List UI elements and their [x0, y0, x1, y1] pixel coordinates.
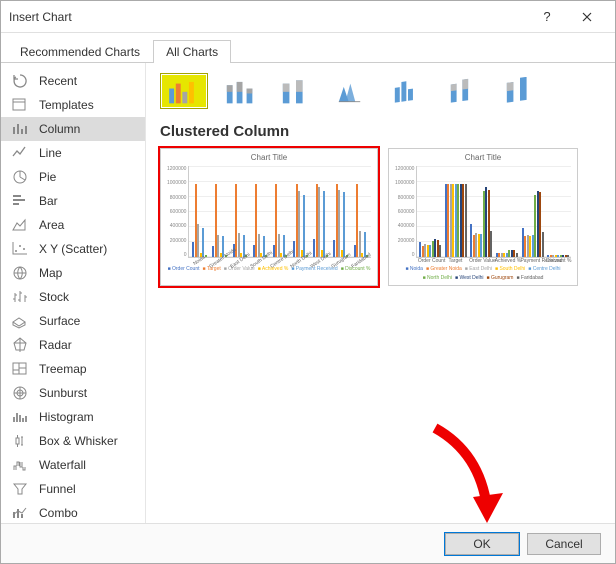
close-button[interactable]: [567, 1, 607, 32]
sidebar-item-label: X Y (Scatter): [39, 242, 107, 256]
sidebar-item-label: Surface: [39, 314, 80, 328]
histogram-icon: [11, 408, 29, 426]
sidebar-item-box-whisker[interactable]: Box & Whisker: [1, 429, 145, 453]
sidebar-item-waterfall[interactable]: Waterfall: [1, 453, 145, 477]
sidebar-item-label: Box & Whisker: [39, 434, 118, 448]
subtype-thumb-4[interactable]: [384, 73, 432, 109]
line-icon: [11, 144, 29, 162]
sidebar-item-label: Sunburst: [39, 386, 87, 400]
subtype-heading: Clustered Column: [160, 123, 601, 140]
subtype-thumb-5[interactable]: [440, 73, 488, 109]
subtype-thumb-2[interactable]: [272, 73, 320, 109]
sidebar-item-label: Map: [39, 266, 62, 280]
bar-icon: [11, 192, 29, 210]
tab-recommended[interactable]: Recommended Charts: [7, 40, 153, 63]
subtype-thumb-1[interactable]: [216, 73, 264, 109]
map-icon: [11, 264, 29, 282]
templates-icon: [11, 96, 29, 114]
sidebar-item-label: Bar: [39, 194, 58, 208]
box-whisker-icon: [11, 432, 29, 450]
main-area: Recent Templates Column Line Pie Bar Area X Y (…: [1, 63, 615, 525]
sidebar-item-label: Histogram: [39, 410, 94, 424]
sidebar-item-surface[interactable]: Surface: [1, 309, 145, 333]
sidebar-item-label: Recent: [39, 74, 77, 88]
subtype-thumb-6[interactable]: [496, 73, 544, 109]
sidebar-item-label: Area: [39, 218, 64, 232]
sidebar-item-sunburst[interactable]: Sunburst: [1, 381, 145, 405]
ok-button[interactable]: OK: [445, 533, 519, 555]
sidebar-item-label: Combo: [39, 506, 78, 520]
sidebar-item-pie[interactable]: Pie: [1, 165, 145, 189]
sunburst-icon: [11, 384, 29, 402]
recent-icon: [11, 72, 29, 90]
x-y-scatter--icon: [11, 240, 29, 258]
surface-icon: [11, 312, 29, 330]
area-icon: [11, 216, 29, 234]
treemap-icon: [11, 360, 29, 378]
sidebar-item-funnel[interactable]: Funnel: [1, 477, 145, 501]
chart-preview-1[interactable]: Chart Title 1200000100000080000060000040…: [160, 148, 378, 286]
sidebar-item-radar[interactable]: Radar: [1, 333, 145, 357]
sidebar-item-area[interactable]: Area: [1, 213, 145, 237]
sidebar-item-treemap[interactable]: Treemap: [1, 357, 145, 381]
preview-row: Chart Title 1200000100000080000060000040…: [160, 148, 601, 286]
sidebar-item-label: Templates: [39, 98, 94, 112]
sidebar-item-bar[interactable]: Bar: [1, 189, 145, 213]
dialog-footer: OK Cancel: [1, 523, 615, 563]
cancel-button[interactable]: Cancel: [527, 533, 601, 555]
sidebar-item-label: Stock: [39, 290, 69, 304]
sidebar-item-combo[interactable]: Combo: [1, 501, 145, 525]
sidebar-item-stock[interactable]: Stock: [1, 285, 145, 309]
tab-bar: Recommended Charts All Charts: [1, 33, 615, 63]
titlebar: Insert Chart ?: [1, 1, 615, 33]
sidebar-item-recent[interactable]: Recent: [1, 69, 145, 93]
radar-icon: [11, 336, 29, 354]
help-button[interactable]: ?: [527, 1, 567, 32]
window-title: Insert Chart: [9, 10, 527, 24]
combo-icon: [11, 504, 29, 522]
subtype-thumb-0[interactable]: [160, 73, 208, 109]
tab-all-charts[interactable]: All Charts: [153, 40, 231, 63]
chart-type-sidebar: Recent Templates Column Line Pie Bar Area X Y (…: [1, 63, 146, 525]
subtype-thumb-3[interactable]: [328, 73, 376, 109]
sidebar-item-label: Funnel: [39, 482, 76, 496]
column-icon: [11, 120, 29, 138]
sidebar-item-x-y-scatter-[interactable]: X Y (Scatter): [1, 237, 145, 261]
sidebar-item-label: Column: [39, 122, 80, 136]
pie-icon: [11, 168, 29, 186]
sidebar-item-label: Radar: [39, 338, 72, 352]
sidebar-item-map[interactable]: Map: [1, 261, 145, 285]
sidebar-item-line[interactable]: Line: [1, 141, 145, 165]
sidebar-item-label: Treemap: [39, 362, 87, 376]
sidebar-item-label: Line: [39, 146, 62, 160]
sidebar-item-column[interactable]: Column: [1, 117, 145, 141]
sidebar-item-label: Waterfall: [39, 458, 86, 472]
funnel-icon: [11, 480, 29, 498]
content-pane: Clustered Column Chart Title 12000001000…: [146, 63, 615, 525]
sidebar-item-histogram[interactable]: Histogram: [1, 405, 145, 429]
sidebar-item-templates[interactable]: Templates: [1, 93, 145, 117]
subtype-row: [160, 73, 601, 109]
close-icon: [582, 12, 592, 22]
chart-preview-2[interactable]: Chart Title 1200000100000080000060000040…: [388, 148, 578, 286]
sidebar-item-label: Pie: [39, 170, 56, 184]
waterfall-icon: [11, 456, 29, 474]
stock-icon: [11, 288, 29, 306]
preview2-title: Chart Title: [395, 153, 571, 162]
preview1-title: Chart Title: [167, 153, 371, 162]
